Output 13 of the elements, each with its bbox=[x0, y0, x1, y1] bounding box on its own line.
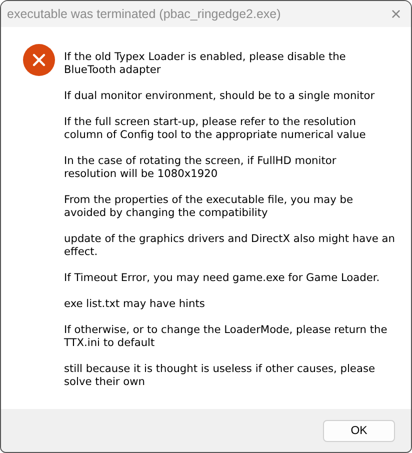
message-paragraph: If Timeout Error, you may need game.exe for Game Loader. bbox=[64, 272, 381, 285]
window-title: executable was terminated (pbac_ringedge2.exe) bbox=[6, 7, 281, 21]
ok-button[interactable]: OK bbox=[323, 420, 395, 442]
message-paragraph: If dual monitor environment, should be to a single monitor bbox=[64, 90, 376, 103]
message-paragraph: If otherwise, or to change the LoaderMode, please return the TTX.ini to default bbox=[64, 324, 388, 350]
message-paragraph: If the full screen start-up, please refer to the resolution column of Config tool to the appropriate numerical value bbox=[64, 116, 367, 142]
message-paragraph: update of the graphics drivers and DirectX also might have an effect. bbox=[64, 233, 395, 259]
message-paragraph: If the old Typex Loader is enabled, please disable the BlueTooth adapter bbox=[64, 51, 347, 77]
message-paragraph: In the case of rotating the screen, if FullHD monitor resolution will be 1080x1920 bbox=[64, 155, 338, 181]
message-paragraph: exe list.txt may have hints bbox=[64, 298, 206, 311]
error-icon bbox=[23, 44, 55, 76]
message-paragraph: From the properties of the executable file, you may be avoided by changing the compatibility bbox=[64, 194, 354, 220]
message-paragraph: still because it is thought is useless if other causes, please solve their own bbox=[64, 363, 376, 389]
